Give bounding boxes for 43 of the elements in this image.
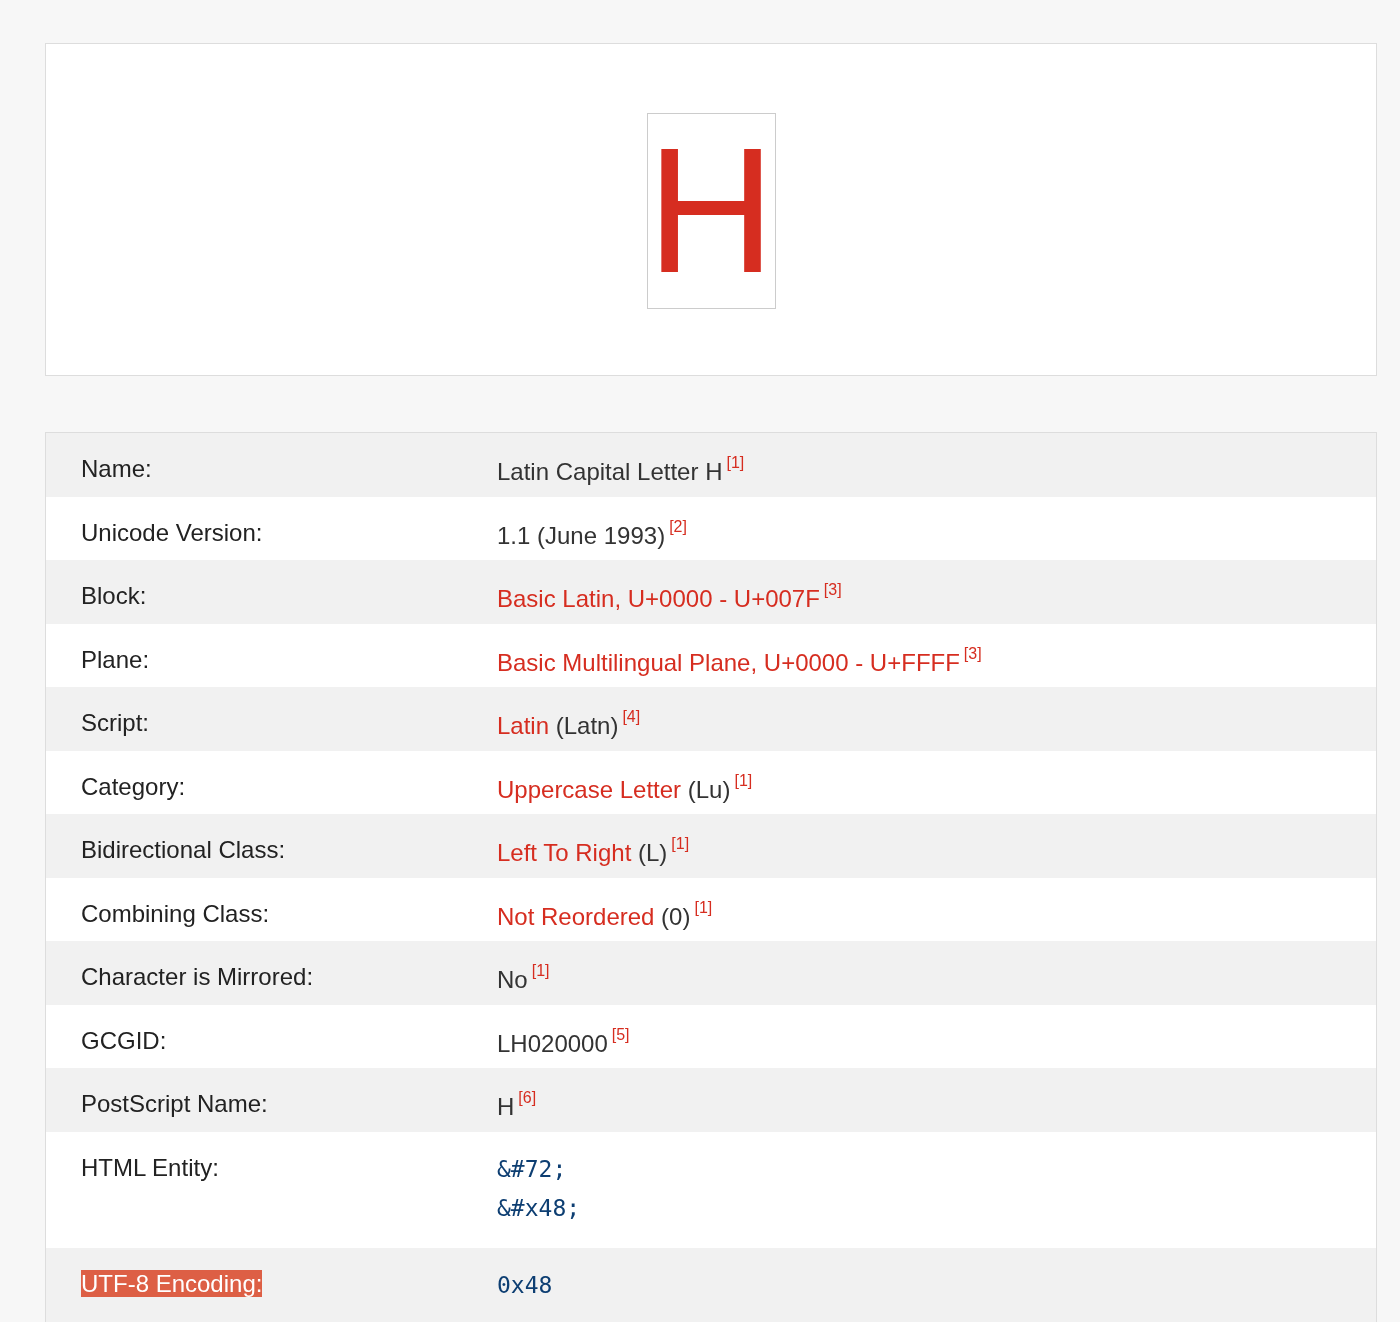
code-value: 0x48: [497, 1271, 553, 1298]
value-text: 1.1 (June 1993): [497, 521, 666, 549]
footnote-link[interactable]: [6]: [518, 1089, 537, 1106]
footnote-link[interactable]: [4]: [622, 708, 641, 725]
code-value: &#72;: [497, 1155, 567, 1182]
footnote-link[interactable]: [3]: [963, 644, 982, 662]
property-label: Block:: [81, 582, 147, 609]
property-label: Script:: [81, 709, 149, 736]
value-link[interactable]: Uppercase Letter: [497, 775, 682, 803]
footnote-link[interactable]: [1]: [671, 835, 690, 852]
value-link[interactable]: Not Reordered: [497, 902, 655, 930]
footnote-link[interactable]: [2]: [669, 517, 687, 535]
value-text: LH020000: [497, 1029, 608, 1057]
value-text: (Lu): [687, 775, 731, 803]
value-link[interactable]: Basic Multilingual Plane, U+0000 - U+FFFF: [497, 648, 960, 676]
property-label: HTML Entity:: [81, 1153, 219, 1181]
property-label: Plane:: [81, 645, 150, 673]
property-label: Category:: [81, 772, 186, 800]
property-label: Character is Mirrored:: [81, 963, 314, 990]
value-text: (L): [638, 839, 668, 866]
property-label: GCGID:: [81, 1026, 167, 1054]
property-label: UTF-8 Encoding:: [81, 1269, 263, 1297]
property-label: PostScript Name:: [81, 1090, 268, 1117]
value-link[interactable]: Basic Latin, U+0000 - U+007F: [497, 585, 820, 612]
value-link[interactable]: Left To Right: [497, 839, 632, 866]
value-text: H: [497, 1093, 515, 1120]
value-text: Latin Capital Letter H: [497, 458, 723, 485]
property-label: Unicode Version:: [81, 518, 263, 546]
footnote-link[interactable]: [3]: [823, 581, 842, 598]
property-label: Bidirectional Class:: [81, 836, 286, 863]
value-text: (Latn): [555, 712, 619, 739]
glyph-preview: H: [646, 112, 776, 309]
footnote-link[interactable]: [1]: [726, 454, 745, 471]
property-label: Combining Class:: [81, 899, 270, 927]
footnote-link[interactable]: [1]: [694, 898, 713, 916]
footnote-link[interactable]: [1]: [734, 771, 753, 789]
code-value: &#x48;: [497, 1194, 581, 1221]
footnote-link[interactable]: [5]: [611, 1025, 630, 1043]
value-link[interactable]: Latin: [497, 712, 550, 739]
value-text: (0): [661, 902, 691, 930]
footnote-link[interactable]: [1]: [531, 962, 550, 979]
value-text: No: [497, 966, 528, 993]
property-label: Name:: [81, 455, 152, 482]
